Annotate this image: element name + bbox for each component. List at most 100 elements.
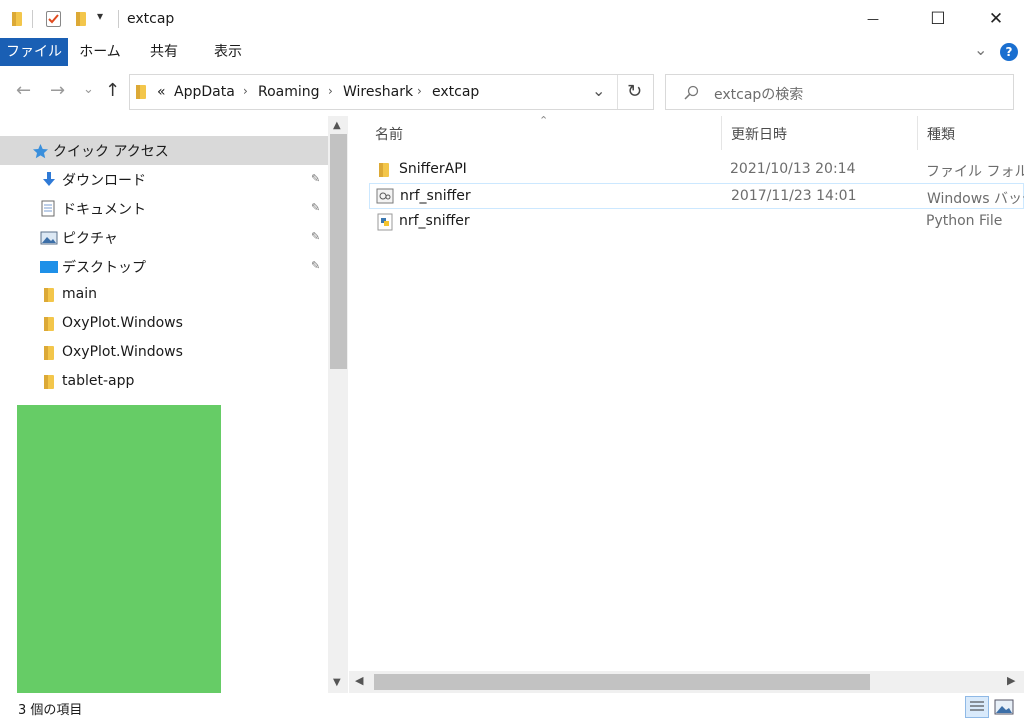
item-count: 3 個の項目 (18, 703, 83, 718)
search-icon (684, 85, 699, 100)
nav-item-desktop[interactable]: デスクトップ ✎ (0, 252, 328, 281)
column-header-type[interactable]: 種類 (927, 124, 955, 144)
quick-access-toolbar-dropdown[interactable]: ▾ (97, 9, 103, 23)
python-file-icon (377, 213, 393, 231)
maximize-button[interactable]: ☐ (915, 0, 961, 38)
close-button[interactable]: ✕ (973, 0, 1019, 38)
breadcrumb-overflow[interactable]: « (157, 84, 166, 100)
scroll-right-icon[interactable]: ▶ (1007, 674, 1015, 687)
close-icon: ✕ (988, 9, 1004, 29)
folder-icon (12, 12, 22, 26)
nav-item-pictures[interactable]: ピクチャ ✎ (0, 223, 328, 252)
nav-item-oxyplot-windows[interactable]: OxyPlot.Windows (0, 339, 328, 368)
file-list-horizontal-scrollbar[interactable]: ◀ ▶ (349, 671, 1024, 693)
tab-file[interactable]: ファイル (0, 38, 68, 66)
nav-item-label: クイック アクセス (53, 144, 169, 160)
pin-icon[interactable]: ✎ (311, 201, 320, 214)
nav-item-quick-access[interactable]: クイック アクセス (0, 136, 328, 165)
file-list: ⌃ 名前 更新日時 種類 SnifferAPI 2021/10/13 20:14… (349, 114, 1024, 671)
breadcrumb-roaming[interactable]: Roaming (258, 84, 320, 100)
column-header-date[interactable]: 更新日時 (731, 124, 787, 144)
scroll-left-icon[interactable]: ◀ (355, 674, 363, 687)
nav-item-label: tablet-app (62, 373, 135, 389)
pin-icon[interactable]: ✎ (311, 259, 320, 272)
nav-item-label: デスクトップ (62, 260, 146, 276)
search-box[interactable]: extcapの検索 (665, 74, 1014, 110)
nav-item-label: main (62, 286, 97, 302)
breadcrumb-wireshark[interactable]: Wireshark (343, 84, 413, 100)
breadcrumb-extcap[interactable]: extcap (432, 84, 479, 100)
address-bar[interactable]: « AppData › Roaming › Wireshark › extcap… (129, 74, 654, 110)
file-type: Windows バッチ (927, 191, 1024, 207)
help-icon[interactable]: ? (1000, 43, 1018, 61)
details-view-icon (970, 701, 984, 711)
download-icon (43, 172, 55, 186)
folder-icon (44, 288, 54, 302)
nav-item-tablet-app[interactable]: tablet-app (0, 368, 328, 397)
file-name: nrf_sniffer (400, 188, 471, 204)
file-date: 2021/10/13 20:14 (730, 161, 856, 177)
ribbon-expand-icon[interactable]: ⌄ (974, 40, 987, 59)
folder-icon (44, 375, 54, 389)
details-view-button[interactable] (965, 696, 989, 718)
column-header-name[interactable]: 名前 (375, 124, 403, 144)
back-button[interactable]: ← (16, 80, 31, 101)
divider (118, 10, 119, 28)
breadcrumb-appdata[interactable]: AppData (174, 84, 235, 100)
divider (617, 75, 618, 109)
column-divider[interactable] (721, 116, 722, 150)
scroll-down-icon[interactable]: ▼ (333, 677, 341, 688)
table-row[interactable]: nrf_sniffer 2017/11/23 14:01 Windows バッチ (369, 183, 1024, 209)
tab-home[interactable]: ホーム (76, 38, 124, 66)
nav-item-label: ドキュメント (62, 202, 146, 218)
batch-file-icon (376, 188, 394, 204)
horizontal-scrollbar-thumb[interactable] (374, 674, 870, 690)
file-name: nrf_sniffer (399, 213, 470, 229)
pin-icon[interactable]: ✎ (311, 230, 320, 243)
forward-button[interactable]: → (50, 80, 65, 101)
file-date: 2017/11/23 14:01 (731, 188, 857, 204)
file-type: ファイル フォルダー (926, 164, 1024, 180)
title-bar: ▾ extcap — ☐ ✕ (0, 0, 1024, 38)
navigation-pane: クイック アクセス ダウンロード ✎ ドキュメント ✎ ピクチャ ✎ デスクトッ… (0, 116, 349, 693)
address-dropdown-icon[interactable]: ⌄ (592, 81, 605, 100)
window-title: extcap (127, 11, 175, 27)
large-icons-view-button[interactable] (993, 697, 1015, 717)
sort-ascending-icon: ⌃ (539, 114, 549, 127)
nav-item-label: ダウンロード (62, 173, 146, 189)
divider (32, 10, 33, 28)
folder-icon (44, 346, 54, 360)
tab-view[interactable]: 表示 (204, 38, 252, 66)
search-input[interactable]: extcapの検索 (714, 84, 803, 104)
folder-icon (136, 85, 146, 99)
file-name: SnifferAPI (399, 161, 467, 177)
desktop-icon (40, 261, 58, 273)
large-icons-view-icon (994, 699, 1014, 715)
folder-icon (44, 317, 54, 331)
star-icon (33, 144, 48, 159)
minimize-icon: — (867, 12, 879, 26)
recent-locations-button[interactable]: ⌄ (83, 82, 94, 97)
refresh-button[interactable]: ↻ (627, 81, 642, 102)
table-row[interactable]: nrf_sniffer Python File (369, 209, 1024, 235)
maximize-icon: ☐ (930, 9, 946, 29)
column-divider[interactable] (917, 116, 918, 150)
table-row[interactable]: SnifferAPI 2021/10/13 20:14 ファイル フォルダー (369, 157, 1024, 183)
chevron-right-icon: › (328, 84, 333, 98)
up-button[interactable]: ↑ (105, 80, 120, 101)
folder-icon (379, 163, 389, 177)
pin-icon[interactable]: ✎ (311, 172, 320, 185)
nav-item-documents[interactable]: ドキュメント ✎ (0, 194, 328, 223)
nav-item-label: ピクチャ (62, 231, 118, 247)
scroll-up-icon[interactable]: ▲ (333, 120, 341, 131)
properties-icon[interactable] (46, 11, 61, 27)
navpane-scrollbar-thumb[interactable] (330, 134, 347, 369)
nav-item-label: OxyPlot.Windows (62, 344, 183, 360)
chevron-right-icon: › (417, 84, 422, 98)
tab-share[interactable]: 共有 (140, 38, 188, 66)
nav-item-oxyplot-windows[interactable]: OxyPlot.Windows (0, 310, 328, 339)
nav-item-main[interactable]: main (0, 281, 328, 310)
new-folder-icon[interactable] (76, 12, 86, 26)
minimize-button[interactable]: — (850, 0, 896, 38)
nav-item-downloads[interactable]: ダウンロード ✎ (0, 165, 328, 194)
